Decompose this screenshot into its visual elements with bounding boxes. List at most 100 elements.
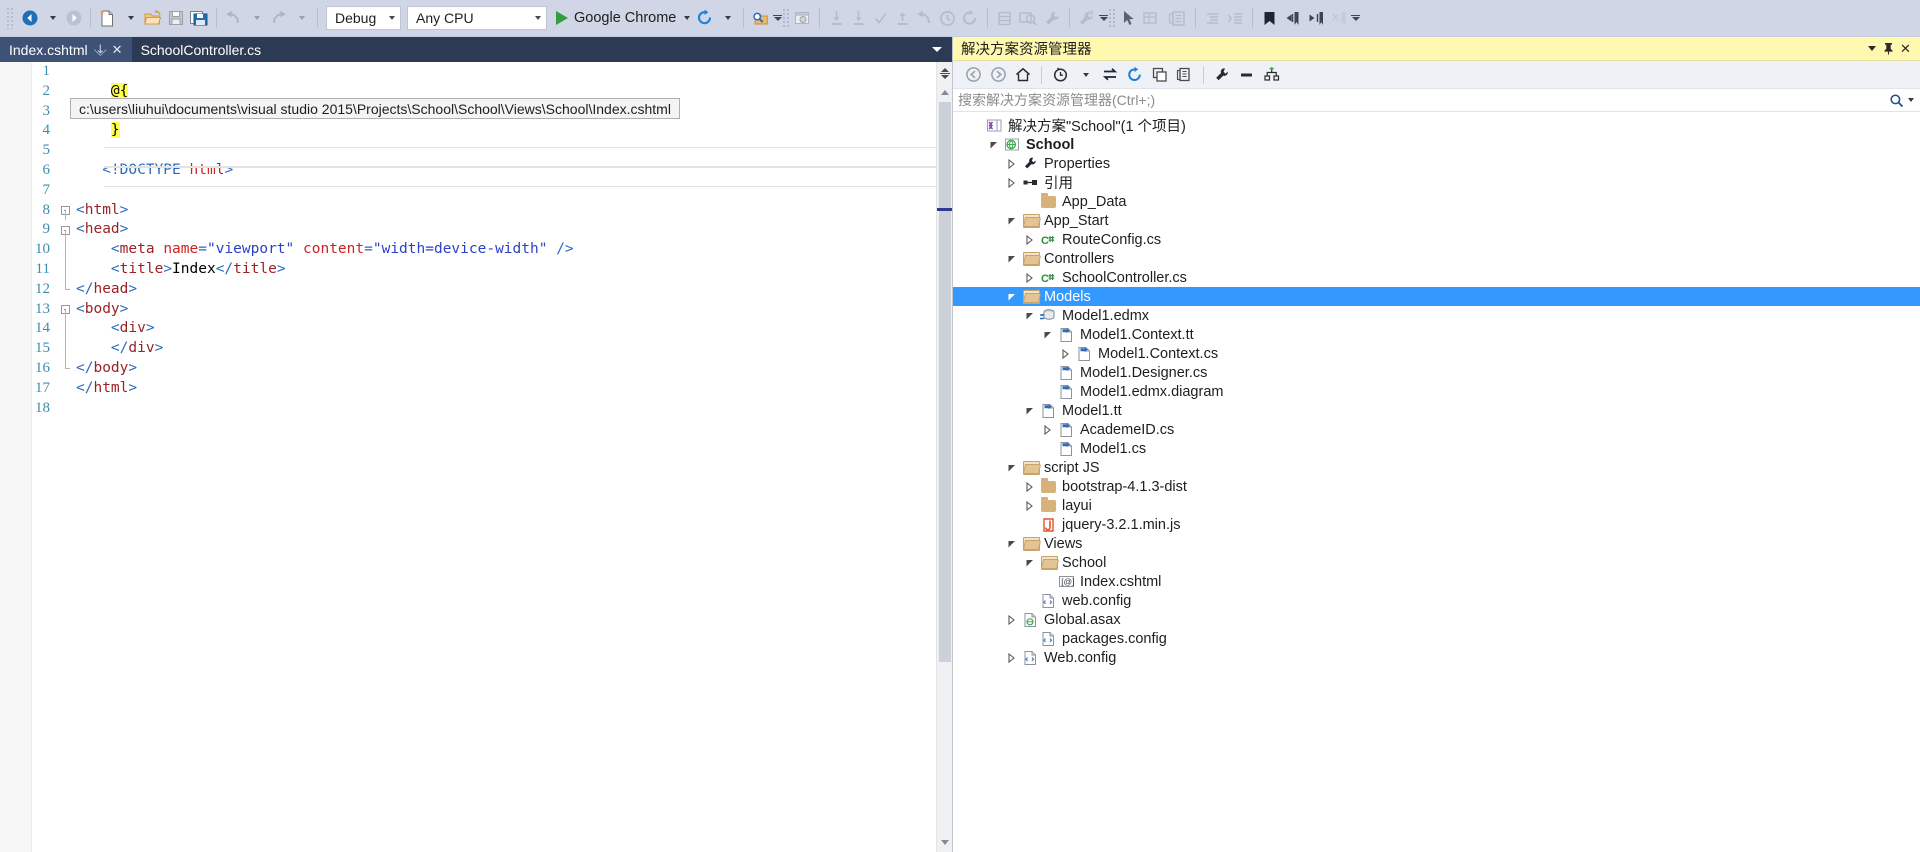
tree-item[interactable]: AcademeID.cs <box>953 420 1920 439</box>
save-all-button[interactable] <box>187 5 211 31</box>
previous-bookmark-button[interactable] <box>1281 5 1304 31</box>
sync-with-active-document-button[interactable] <box>1098 63 1122 87</box>
chevron-down-icon[interactable] <box>1021 311 1038 321</box>
new-item-dropdown[interactable] <box>119 5 141 31</box>
chevron-down-icon[interactable] <box>1021 406 1038 416</box>
chevron-down-icon[interactable] <box>1003 254 1020 264</box>
open-file-button[interactable] <box>141 5 165 31</box>
pin-icon[interactable]: ⇲ <box>91 41 108 58</box>
home-button[interactable] <box>1011 63 1035 87</box>
tools-options-button[interactable] <box>1075 5 1098 31</box>
tree-item[interactable]: Model1.cs <box>953 439 1920 458</box>
chevron-right-icon[interactable] <box>1021 481 1038 492</box>
tree-item[interactable]: C RouteConfig.cs <box>953 230 1920 249</box>
toggle-breakpoint-button[interactable] <box>825 5 847 31</box>
tree-item[interactable]: 引用 <box>953 173 1920 192</box>
toolbar-grip[interactable] <box>6 7 15 29</box>
tree-item[interactable]: Properties <box>953 154 1920 173</box>
chevron-down-icon[interactable] <box>1021 558 1038 568</box>
code-line[interactable]: 15 </div> <box>0 339 936 359</box>
preview-button[interactable] <box>1016 5 1041 31</box>
toolbar-overflow-button[interactable] <box>1351 14 1361 22</box>
next-bookmark-button[interactable] <box>1304 5 1327 31</box>
pending-changes-dropdown[interactable] <box>1073 63 1097 87</box>
undo-button[interactable] <box>222 5 245 31</box>
decrease-indent-button[interactable] <box>1224 5 1247 31</box>
pin-icon[interactable] <box>1880 40 1897 58</box>
toolbar-overflow-button[interactable] <box>773 14 783 22</box>
tree-item[interactable]: Model1.edmx <box>953 306 1920 325</box>
code-line[interactable]: 1 <box>0 62 936 82</box>
code-line[interactable]: 13-<body> <box>0 300 936 320</box>
chevron-right-icon[interactable] <box>1057 348 1074 359</box>
tab-index-cshtml[interactable]: Index.cshtml ⇲ ✕ <box>0 37 132 62</box>
show-all-files-button[interactable] <box>1173 63 1197 87</box>
tree-item[interactable]: Controllers <box>953 249 1920 268</box>
code-line[interactable]: 17 </html> <box>0 379 936 399</box>
tree-item[interactable]: App_Start <box>953 211 1920 230</box>
fold-margin[interactable] <box>58 181 72 201</box>
redo-dropdown[interactable] <box>290 5 312 31</box>
tree-item[interactable]: Model1.edmx.diagram <box>953 382 1920 401</box>
chevron-down-icon[interactable] <box>1003 463 1020 473</box>
fold-margin[interactable] <box>58 141 72 161</box>
code-line[interactable]: 9-<head> <box>0 220 936 241</box>
tree-item[interactable]: Model1.Context.tt <box>953 325 1920 344</box>
navigate-backward-button[interactable] <box>19 5 41 31</box>
chevron-down-icon[interactable] <box>1003 216 1020 226</box>
undo-history-button[interactable] <box>913 5 936 31</box>
pending-changes-button[interactable] <box>1048 63 1072 87</box>
solution-platform-combo[interactable]: Any CPU <box>407 6 547 30</box>
scroll-down-button[interactable] <box>938 835 952 850</box>
undo-dropdown[interactable] <box>245 5 267 31</box>
chevron-down-icon[interactable] <box>1908 98 1914 102</box>
chevron-right-icon[interactable] <box>1021 500 1038 511</box>
code-line[interactable]: 7 <box>0 181 936 201</box>
tree-item[interactable]: C SchoolController.cs <box>953 268 1920 287</box>
increase-indent-button[interactable] <box>1201 5 1224 31</box>
clear-bookmarks-button[interactable] <box>1327 5 1350 31</box>
tree-item[interactable]: web.config <box>953 591 1920 610</box>
fold-margin[interactable] <box>58 379 72 399</box>
code-line[interactable]: 8-<html> <box>0 201 936 221</box>
editor-split-button[interactable] <box>938 62 952 84</box>
fold-margin[interactable] <box>58 161 72 181</box>
chevron-right-icon[interactable] <box>1039 424 1056 435</box>
step-out-button[interactable] <box>891 5 913 31</box>
chevron-down-icon[interactable] <box>1863 40 1880 58</box>
chevron-right-icon[interactable] <box>1003 614 1020 625</box>
redo-button[interactable] <box>267 5 290 31</box>
scroll-up-button[interactable] <box>938 85 952 100</box>
properties-button[interactable] <box>1210 63 1234 87</box>
browser-link-refresh-button[interactable] <box>694 5 716 31</box>
close-icon[interactable]: ✕ <box>1897 40 1914 58</box>
chevron-right-icon[interactable] <box>1003 652 1020 663</box>
browser-link-dropdown[interactable] <box>716 5 738 31</box>
fold-margin[interactable]: - <box>58 201 72 221</box>
fold-margin[interactable] <box>58 319 72 340</box>
tree-item[interactable]: Global.asax <box>953 610 1920 629</box>
tree-item[interactable]: Web.config <box>953 648 1920 667</box>
chevron-right-icon[interactable] <box>1003 158 1020 169</box>
step-over-button[interactable] <box>847 5 869 31</box>
redo-history-button[interactable] <box>959 5 982 31</box>
view-class-diagram-button[interactable] <box>1260 63 1284 87</box>
tree-item[interactable]: [@] Index.cshtml <box>953 572 1920 591</box>
fold-margin[interactable] <box>58 339 72 359</box>
editor-vertical-scrollbar[interactable] <box>936 62 953 852</box>
fold-margin[interactable] <box>58 62 72 82</box>
back-button[interactable] <box>961 63 985 87</box>
history-button[interactable] <box>936 5 959 31</box>
code-editor[interactable]: 12 @{3 Layout = null;4 }56 <!DOCTYPE htm… <box>0 62 936 852</box>
code-line[interactable]: 11 <title>Index</title> <box>0 259 936 280</box>
chevron-right-icon[interactable] <box>1021 234 1038 245</box>
tree-item[interactable]: School <box>953 135 1920 154</box>
tree-item[interactable]: Views <box>953 534 1920 553</box>
chevron-right-icon[interactable] <box>1021 272 1038 283</box>
collapse-all-button[interactable] <box>1148 63 1172 87</box>
tab-schoolcontroller-cs[interactable]: SchoolController.cs <box>131 37 271 62</box>
code-line[interactable]: 14 <div> <box>0 319 936 340</box>
start-debugging-button[interactable]: Google Chrome <box>550 5 694 31</box>
tree-item[interactable]: jquery-3.2.1.min.js <box>953 515 1920 534</box>
toolbar-grip[interactable] <box>1108 8 1118 28</box>
